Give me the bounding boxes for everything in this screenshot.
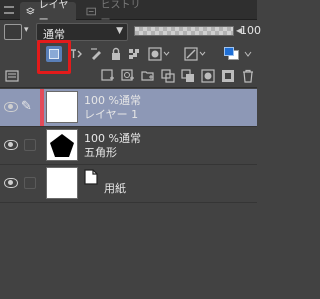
layer-name[interactable]: 用紙 (104, 180, 126, 196)
ruler-icon[interactable] (184, 46, 206, 62)
panel-menu-icon[interactable] (4, 68, 20, 84)
layer-list-empty-area[interactable] (0, 207, 257, 299)
layers-icon (26, 7, 35, 14)
pencil-icon: ✎ (21, 99, 32, 114)
layer-row[interactable]: 100 %通常 五角形 (0, 127, 257, 165)
delete-layer-icon[interactable] (240, 68, 256, 84)
tab-layer[interactable]: レイヤー (20, 0, 76, 26)
dropdown-arrow-icon: ▼ (116, 26, 123, 36)
layer-name[interactable]: レイヤー 1 (84, 106, 138, 122)
layer-thumbnail (46, 91, 78, 123)
new-raster-layer-icon[interactable] (100, 68, 116, 84)
history-icon (86, 7, 96, 15)
reference-layer-icon[interactable] (68, 46, 84, 62)
edit-target-slot[interactable] (24, 139, 36, 151)
layer-row[interactable]: ✎ 100 %通常 レイヤー 1 (0, 89, 257, 127)
panel-tab-bar: レイヤー ヒストリー (0, 0, 257, 26)
draft-layer-icon[interactable] (88, 46, 104, 62)
panel-grip-icon[interactable] (4, 6, 14, 14)
eye-icon[interactable] (4, 178, 18, 188)
mask-create-icon[interactable] (200, 68, 216, 84)
apply-mask-icon[interactable] (220, 68, 236, 84)
tab-history[interactable]: ヒストリー (80, 0, 154, 26)
pentagon-icon (50, 134, 74, 157)
new-folder-icon[interactable] (140, 68, 156, 84)
eye-icon[interactable] (4, 140, 18, 150)
opacity-value[interactable]: 100 (240, 24, 261, 37)
transfer-down-icon[interactable] (160, 68, 176, 84)
eye-icon[interactable] (4, 102, 18, 112)
layer-thumbnail (46, 167, 78, 199)
clip-to-layer-below-icon (49, 49, 59, 59)
layer-color-strip (40, 89, 44, 126)
layer-name[interactable]: 五角形 (84, 144, 117, 160)
layer-color-front (224, 47, 234, 56)
edit-target-slot[interactable] (24, 177, 36, 189)
layer-property-toggle[interactable] (4, 24, 22, 40)
opacity-slider-fill (135, 27, 233, 35)
mask-icon[interactable] (148, 46, 170, 62)
layer-command-toolbar (0, 66, 257, 88)
lock-transparent-icon[interactable] (126, 46, 142, 62)
blend-mode-value: 通常 (43, 28, 65, 41)
new-vector-layer-icon[interactable] (120, 68, 136, 84)
lock-icon[interactable] (108, 46, 124, 62)
combine-icon[interactable] (180, 68, 196, 84)
layer-attribute-toolbar (0, 44, 257, 66)
layer-thumbnail (46, 129, 78, 161)
blend-opacity-row: ▾ 通常 ▼ ◀ 100 (0, 20, 261, 44)
layer-row[interactable]: 用紙 (0, 165, 257, 203)
chevron-down-icon[interactable]: ▾ (24, 25, 29, 35)
clip-to-layer-below-button[interactable] (46, 46, 62, 62)
layer-color-dropdown-icon[interactable] (242, 46, 254, 62)
opacity-slider[interactable] (134, 26, 234, 36)
layer-color-icon[interactable] (224, 47, 240, 61)
blend-mode-select[interactable]: 通常 ▼ (36, 23, 128, 41)
paper-icon (84, 169, 98, 185)
